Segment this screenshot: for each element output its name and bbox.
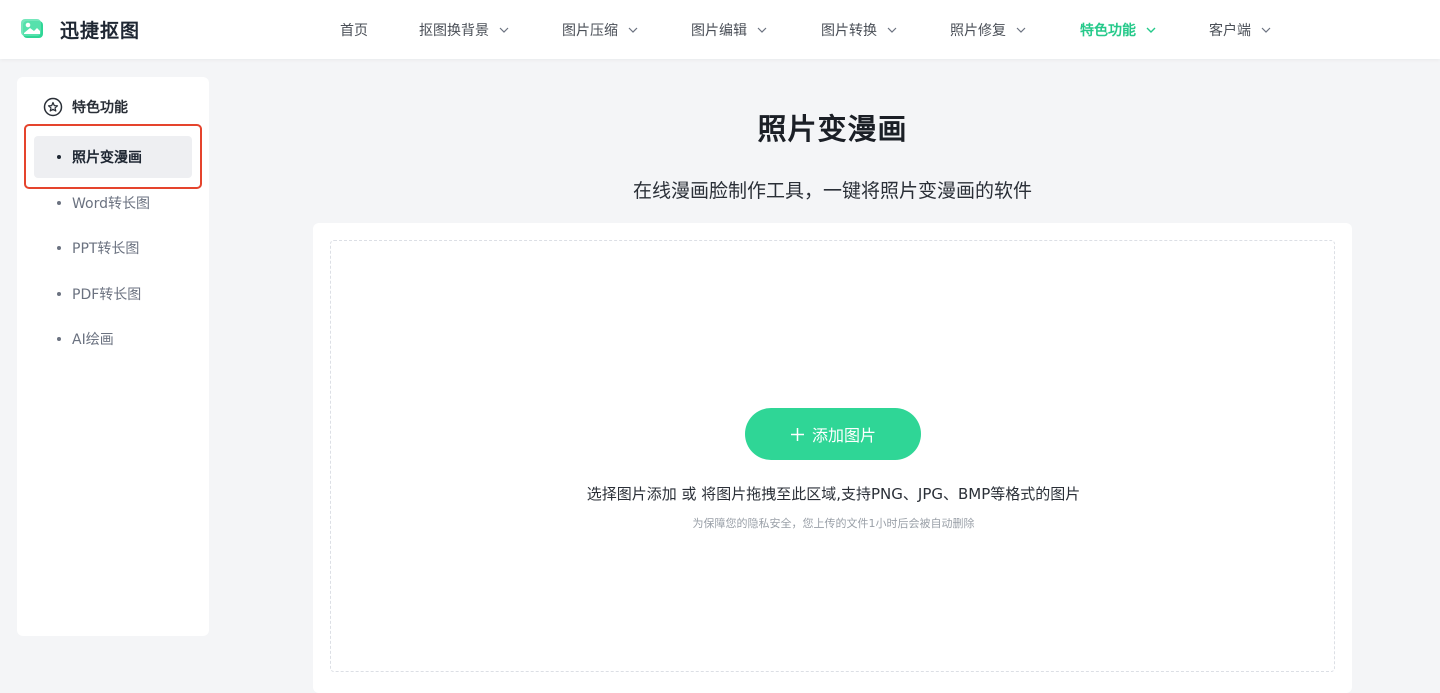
bullet-dot — [57, 201, 61, 205]
nav-item-convert[interactable]: 图片转换 — [821, 0, 898, 59]
nav-item-home[interactable]: 首页 — [340, 0, 368, 59]
bullet-dot — [57, 292, 61, 296]
plus-icon — [790, 427, 804, 441]
nav-item-label: 首页 — [340, 22, 368, 39]
sidebar-heading-label: 特色功能 — [72, 100, 128, 116]
sidebar-item-pdf-to-long-image[interactable]: PDF转长图 — [34, 273, 192, 315]
bullet-dot — [57, 337, 61, 341]
sidebar-item-label: PPT转长图 — [72, 241, 140, 257]
chevron-down-icon — [499, 27, 509, 33]
chevron-down-icon — [1016, 27, 1026, 33]
bullet-dot — [57, 155, 61, 159]
chevron-down-icon — [628, 27, 638, 33]
sidebar-item-label: Word转长图 — [72, 196, 150, 212]
nav-item-label: 客户端 — [1209, 22, 1251, 39]
nav-item-label: 抠图换背景 — [419, 22, 489, 39]
main-nav: 首页 抠图换背景 图片压缩 图片编辑 图片转换 照片修复 特色功能 客户端 — [0, 0, 1440, 59]
nav-item-label: 特色功能 — [1080, 22, 1136, 39]
chevron-down-icon — [1261, 27, 1271, 33]
nav-item-label: 图片编辑 — [691, 22, 747, 39]
drop-zone[interactable]: 添加图片 选择图片添加 或 将图片拖拽至此区域,支持PNG、JPG、BMP等格式… — [330, 240, 1335, 672]
page-title: 照片变漫画 — [757, 112, 908, 146]
bullet-dot — [57, 246, 61, 250]
chevron-down-icon — [1146, 27, 1156, 33]
upload-card: 添加图片 选择图片添加 或 将图片拖拽至此区域,支持PNG、JPG、BMP等格式… — [313, 223, 1352, 693]
chevron-down-icon — [887, 27, 897, 33]
nav-item-edit[interactable]: 图片编辑 — [691, 0, 768, 59]
star-circle-icon — [43, 97, 63, 117]
sidebar-item-ppt-to-long-image[interactable]: PPT转长图 — [34, 227, 192, 269]
nav-item-label: 照片修复 — [950, 22, 1006, 39]
top-header: 迅捷抠图 首页 抠图换背景 图片压缩 图片编辑 图片转换 照片修复 特色功能 客… — [0, 0, 1440, 59]
nav-item-compress[interactable]: 图片压缩 — [562, 0, 639, 59]
sidebar: 特色功能 照片变漫画 Word转长图 PPT转长图 PDF转长图 AI绘画 — [17, 77, 209, 636]
nav-item-features[interactable]: 特色功能 — [1080, 0, 1157, 59]
sidebar-item-label: 照片变漫画 — [72, 150, 142, 166]
sidebar-item-word-to-long-image[interactable]: Word转长图 — [34, 182, 192, 224]
sidebar-item-ai-painting[interactable]: AI绘画 — [34, 318, 192, 360]
privacy-note: 为保障您的隐私安全，您上传的文件1小时后会被自动删除 — [692, 517, 975, 530]
add-image-button[interactable]: 添加图片 — [745, 408, 921, 460]
nav-item-label: 图片转换 — [821, 22, 877, 39]
sidebar-heading: 特色功能 — [43, 96, 128, 118]
nav-item-client[interactable]: 客户端 — [1209, 0, 1272, 59]
nav-item-label: 图片压缩 — [562, 22, 618, 39]
sidebar-item-photo-to-cartoon[interactable]: 照片变漫画 — [34, 136, 192, 178]
drop-hint: 选择图片添加 或 将图片拖拽至此区域,支持PNG、JPG、BMP等格式的图片 — [586, 485, 1081, 503]
nav-item-cutout[interactable]: 抠图换背景 — [419, 0, 510, 59]
nav-item-repair[interactable]: 照片修复 — [950, 0, 1027, 59]
sidebar-item-label: AI绘画 — [72, 332, 114, 348]
chevron-down-icon — [757, 27, 767, 33]
add-image-label: 添加图片 — [811, 426, 876, 445]
page-subtitle: 在线漫画脸制作工具，一键将照片变漫画的软件 — [632, 180, 1032, 202]
sidebar-item-label: PDF转长图 — [72, 287, 142, 303]
